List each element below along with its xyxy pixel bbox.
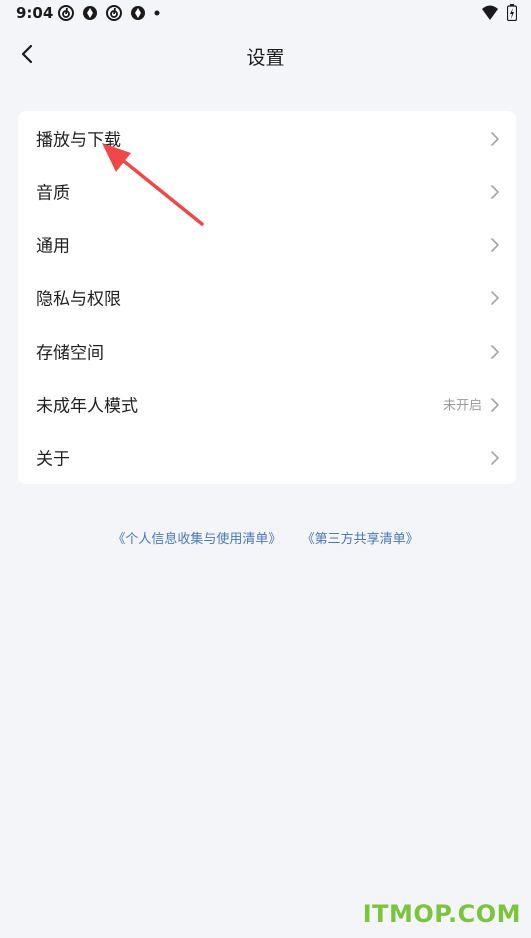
aperture-icon (82, 5, 98, 21)
page-title: 设置 (246, 47, 285, 69)
wifi-icon (481, 5, 499, 25)
chevron-right-icon (490, 397, 500, 412)
settings-item-label: 未成年人模式 (36, 396, 138, 416)
status-time: 9:04 (16, 4, 54, 22)
chevron-right-icon (490, 290, 500, 305)
status-bar: 9:04 (0, 0, 531, 26)
personal-info-list-link[interactable]: 《个人信息收集与使用清单》 (112, 532, 281, 547)
chevron-right-icon (490, 344, 500, 359)
settings-item-label: 存储空间 (36, 343, 104, 363)
settings-item-label: 关于 (36, 449, 70, 469)
chevron-right-icon (490, 237, 500, 252)
header: 设置 (0, 30, 531, 82)
settings-item-general[interactable]: 通用 (18, 217, 516, 270)
settings-item-label: 隐私与权限 (36, 289, 121, 309)
settings-list: 播放与下载 音质 通用 隐私与权限 存储空间 未成年人模式 未开启 关于 (18, 111, 516, 484)
chevron-right-icon (490, 131, 500, 146)
aperture-icon (130, 5, 146, 21)
third-party-sharing-link[interactable]: 《第三方共享清单》 (302, 532, 419, 547)
chevron-right-icon (490, 184, 500, 199)
notification-icons (58, 5, 160, 21)
dot-icon (154, 10, 160, 16)
watermark-logo: ITMOP.COM (362, 900, 521, 928)
settings-item-sound-quality[interactable]: 音质 (18, 164, 516, 217)
settings-item-label: 通用 (36, 236, 70, 256)
settings-item-label: 播放与下载 (36, 130, 121, 150)
settings-item-playback-download[interactable]: 播放与下载 (18, 111, 516, 164)
settings-item-label: 音质 (36, 183, 70, 203)
settings-item-privacy-permissions[interactable]: 隐私与权限 (18, 270, 516, 323)
settings-item-about[interactable]: 关于 (18, 430, 516, 483)
system-icons (481, 4, 518, 25)
settings-item-minor-mode[interactable]: 未成年人模式 未开启 (18, 377, 516, 430)
netease-music-icon (106, 5, 122, 21)
minor-mode-status: 未开启 (442, 398, 482, 413)
chevron-right-icon (490, 450, 500, 465)
footer-links: 《个人信息收集与使用清单》 《第三方共享清单》 (0, 528, 531, 547)
battery-icon (506, 4, 518, 25)
settings-item-storage[interactable]: 存储空间 (18, 324, 516, 377)
netease-music-icon (58, 5, 74, 21)
